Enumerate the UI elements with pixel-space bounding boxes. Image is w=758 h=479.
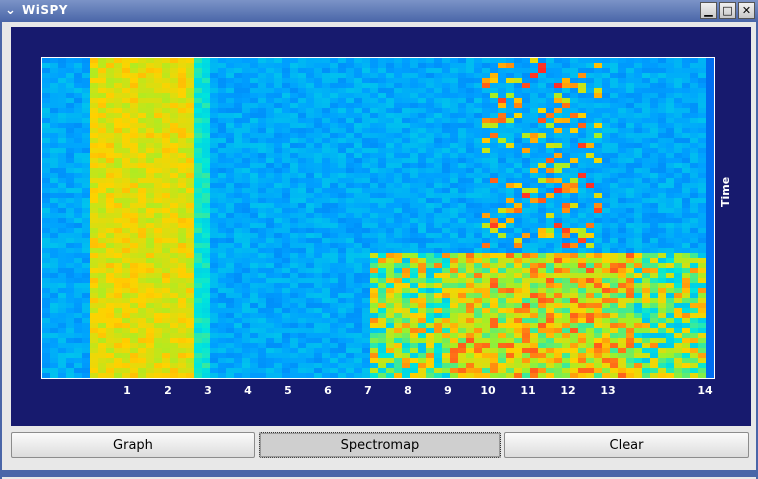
close-icon[interactable]: ✕: [738, 2, 755, 19]
time-axis-label: Time: [719, 176, 732, 207]
x-tick-label: 7: [364, 384, 372, 397]
clear-button[interactable]: Clear: [504, 432, 749, 458]
spectromap-button[interactable]: Spectromap: [259, 432, 501, 458]
x-tick-label: 6: [324, 384, 332, 397]
x-tick-label: 12: [560, 384, 576, 397]
x-tick-label: 4: [244, 384, 252, 397]
graph-button[interactable]: Graph: [11, 432, 255, 458]
x-tick-label: 10: [480, 384, 496, 397]
x-tick-label: 5: [284, 384, 292, 397]
app-window: Time 1 2 3 4 5 6 7 8 9 10 11 12 13 14 Graph Spectroma…: [0, 22, 758, 479]
x-axis-ticks: 1 2 3 4 5 6 7 8 9 10 11 12 13 14: [41, 384, 713, 400]
x-tick-label: 9: [444, 384, 452, 397]
title-bar: ⌄ WiSPY ▁ □ ✕: [0, 0, 758, 23]
window-menu-icon[interactable]: ⌄: [2, 2, 19, 19]
maximize-icon[interactable]: □: [719, 2, 736, 19]
window-bottom-border: [2, 470, 756, 477]
button-row: Graph Spectromap Clear: [11, 432, 751, 460]
spectromap-panel: Time 1 2 3 4 5 6 7 8 9 10 11 12 13 14: [11, 27, 751, 426]
spectromap-heatmap[interactable]: [41, 57, 715, 379]
x-tick-label: 8: [404, 384, 412, 397]
x-tick-label: 11: [520, 384, 536, 397]
x-tick-label: 1: [123, 384, 131, 397]
minimize-icon[interactable]: ▁: [700, 2, 717, 19]
x-tick-label: 13: [600, 384, 616, 397]
x-tick-label: 14: [697, 384, 713, 397]
x-tick-label: 3: [204, 384, 212, 397]
x-tick-label: 2: [164, 384, 172, 397]
window-title: WiSPY: [22, 3, 68, 17]
